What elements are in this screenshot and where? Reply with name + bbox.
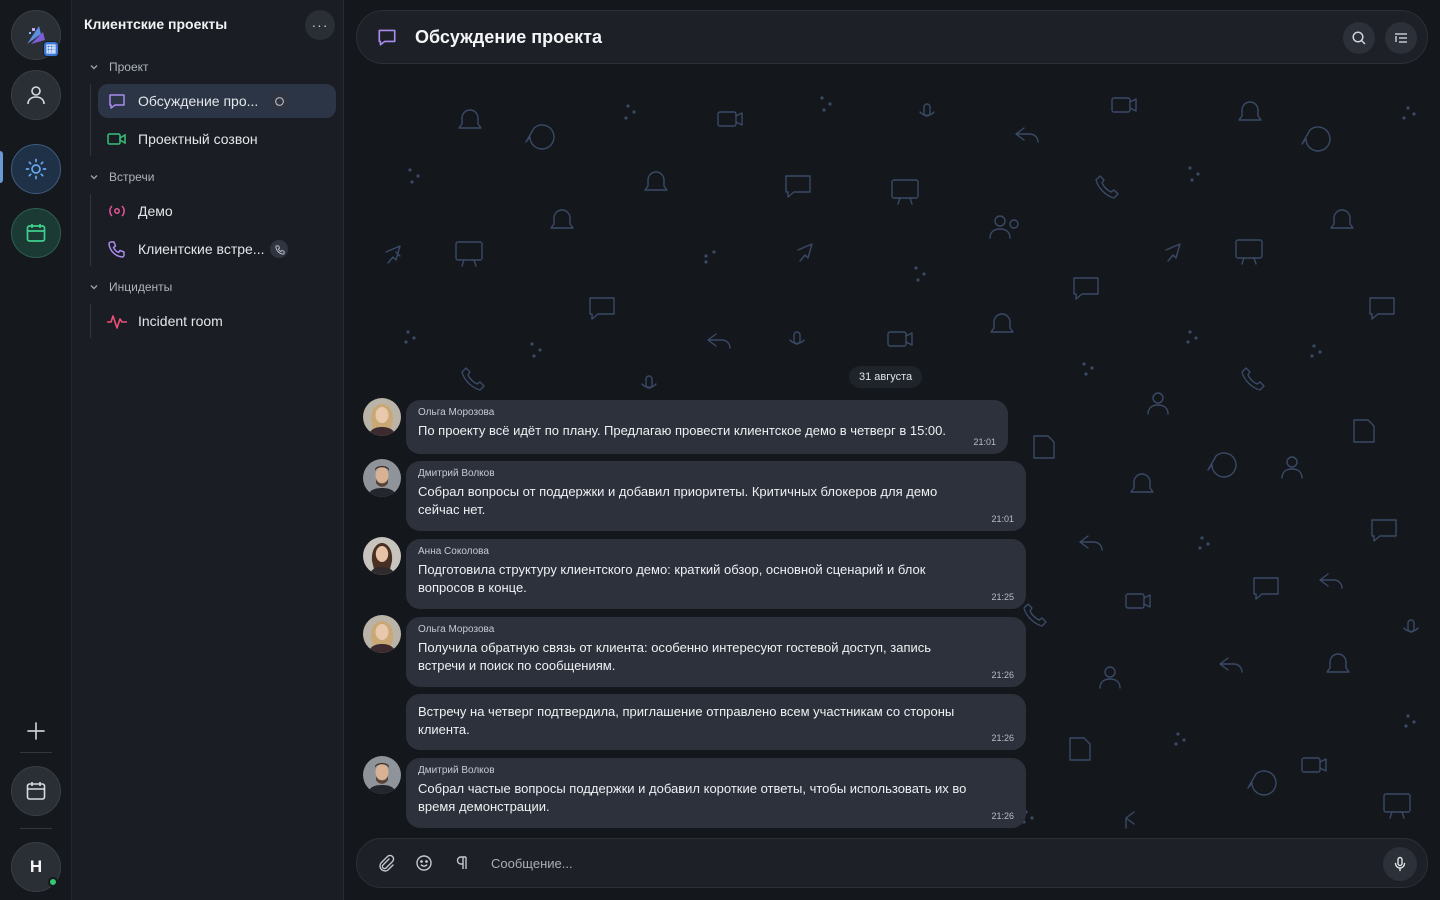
message-text: Собрал вопросы от поддержки и добавил пр… [418,484,938,517]
video-icon [106,128,128,150]
microphone-icon [1394,856,1406,872]
sun-icon [25,158,47,180]
chevron-down-icon [90,65,98,70]
chat-icon [375,25,399,49]
message-text: Подготовила структуру клиентского демо: … [418,562,926,595]
phone-icon [106,238,128,260]
user-initial: Н [29,857,43,876]
profile-button[interactable] [11,70,61,120]
avatar-anna[interactable] [363,537,401,575]
message-text: По проекту всё идёт по плану. Предлагаю … [418,423,947,438]
thread-icon [270,92,288,110]
sidebar: Клиентские проекты ··· Проект Обсуждение… [72,0,344,900]
message-author: Ольга Морозова [418,407,495,418]
rail-divider [20,828,52,829]
message-bubble[interactable]: Дмитрий Волков Собрал вопросы от поддерж… [406,461,1026,531]
add-workspace-button[interactable] [11,706,61,756]
workspace-button-active[interactable] [11,144,61,194]
message-author: Дмитрий Волков [418,765,495,776]
group-meetings[interactable]: Встречи [88,170,154,184]
channel-label: Демо [138,203,173,219]
chat-panel: Обсуждение проекта 31 августа Ольга Моро… [344,0,1440,900]
message-author: Ольга Морозова [418,624,495,635]
message-bubble[interactable]: Дмитрий Волков Собрал частые вопросы под… [406,758,1026,828]
message-time: 21:26 [991,670,1014,680]
channel-project-call[interactable]: Проектный созвон [98,122,336,156]
group-project[interactable]: Проект [88,60,149,74]
calendar-icon [26,224,46,242]
chevron-down-icon [90,285,98,290]
message-text: Получила обратную связь от клиента: особ… [418,640,932,673]
channel-label: Incident room [138,313,223,329]
emoji-button[interactable] [413,852,435,874]
calendar-icon [26,782,46,800]
search-button[interactable] [1343,22,1375,54]
channel-incident-room[interactable]: Incident room [98,304,336,338]
search-icon [1352,31,1366,45]
smile-icon [416,855,432,871]
pilcrow-icon [456,856,467,869]
chat-header: Обсуждение проекта [356,10,1428,64]
paperclip-icon [379,854,395,872]
sidebar-title: Клиентские проекты [84,16,228,32]
message-time: 21:01 [991,514,1014,524]
channel-label: Обсуждение про... [138,93,259,109]
message-bubble[interactable]: Ольга Морозова По проекту всё идёт по пл… [406,400,1008,454]
message-time: 21:01 [973,437,996,447]
broadcast-icon [106,200,128,222]
message-text: Собрал частые вопросы поддержки и добави… [418,781,967,814]
user-avatar-button[interactable]: Н [11,842,61,892]
message-input[interactable]: Сообщение... [491,856,573,871]
avatar-olga[interactable] [363,615,401,653]
attach-button[interactable] [375,852,397,874]
message-bubble[interactable]: Ольга Морозова Получила обратную связь о… [406,617,1026,687]
tree-guide [90,304,91,338]
calendar-workspace-button[interactable] [11,208,61,258]
message-time: 21:26 [991,733,1014,743]
message-text: Встречу на четверг подтвердила, приглаше… [418,704,955,737]
pulse-icon [106,310,128,332]
chat-icon [106,90,128,112]
message-time: 21:26 [991,811,1014,821]
online-status-dot [48,877,58,887]
group-incidents[interactable]: Инциденты [88,280,172,294]
active-indicator [0,151,3,183]
workspace-logo-button[interactable] [11,10,61,60]
grid-badge-icon [43,41,59,57]
message-author: Дмитрий Волков [418,468,495,479]
page-title: Обсуждение проекта [415,26,602,47]
avatar-dmitry[interactable] [363,459,401,497]
message-composer: Сообщение... [356,838,1428,888]
list-icon [1395,33,1407,43]
app-rail: Н [0,0,72,900]
threads-list-button[interactable] [1385,22,1417,54]
group-label: Проект [109,60,149,74]
rail-divider [20,752,52,753]
call-indicator-icon [270,240,288,258]
formatting-button[interactable] [451,852,473,874]
tree-guide [90,84,91,156]
message-bubble[interactable]: Встречу на четверг подтвердила, приглаше… [406,694,1026,750]
user-icon [27,86,45,105]
more-options-button[interactable]: ··· [305,10,335,40]
channel-demo[interactable]: Демо [98,194,336,228]
message-bubble[interactable]: Анна Соколова Подготовила структуру клие… [406,539,1026,609]
voice-message-button[interactable] [1383,847,1417,881]
message-author: Анна Соколова [418,546,489,557]
channel-label: Проектный созвон [138,131,258,147]
tree-guide [90,194,91,266]
group-label: Встречи [109,170,155,184]
plus-icon [27,722,45,740]
avatar-olga[interactable] [363,398,401,436]
calendar-button[interactable] [11,766,61,816]
group-label: Инциденты [109,280,173,294]
date-divider: 31 августа [849,366,923,388]
channel-project-discussion[interactable]: Обсуждение про... [98,84,336,118]
avatar-dmitry[interactable] [363,756,401,794]
chevron-down-icon [90,175,98,180]
channel-label: Клиентские встре... [138,241,265,257]
message-time: 21:25 [991,592,1014,602]
channel-client-meetings[interactable]: Клиентские встре... [98,232,336,266]
